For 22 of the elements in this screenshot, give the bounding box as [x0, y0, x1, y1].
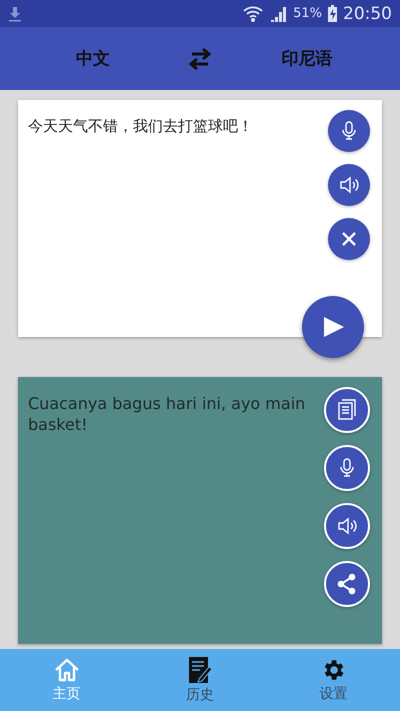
nav-tab[interactable]: 主页 [0, 649, 134, 711]
swap-icon[interactable] [186, 48, 214, 70]
signal-icon [269, 6, 288, 22]
clock-time: 20:50 [343, 4, 392, 24]
battery-charging-icon [328, 5, 337, 22]
nav-tab[interactable]: 历史 [133, 649, 267, 711]
nav-tab[interactable]: 设置 [266, 649, 400, 711]
target-language[interactable]: 印尼语 [214, 47, 400, 70]
download-icon [8, 6, 22, 22]
copy-button[interactable] [324, 387, 370, 433]
speaker-button[interactable] [328, 164, 370, 206]
translation-text: Cuacanya bagus hari ini, ayo main basket! [28, 393, 306, 436]
speaker-button[interactable] [324, 503, 370, 549]
microphone-button[interactable] [328, 110, 370, 152]
home-icon [52, 657, 81, 683]
battery-percentage: 51% [293, 6, 322, 21]
source-language[interactable]: 中文 [0, 47, 186, 70]
play-icon [321, 315, 345, 339]
microphone-button[interactable] [324, 445, 370, 491]
share-button[interactable] [324, 561, 370, 607]
wifi-icon [243, 4, 264, 22]
clear-button[interactable] [328, 218, 370, 260]
